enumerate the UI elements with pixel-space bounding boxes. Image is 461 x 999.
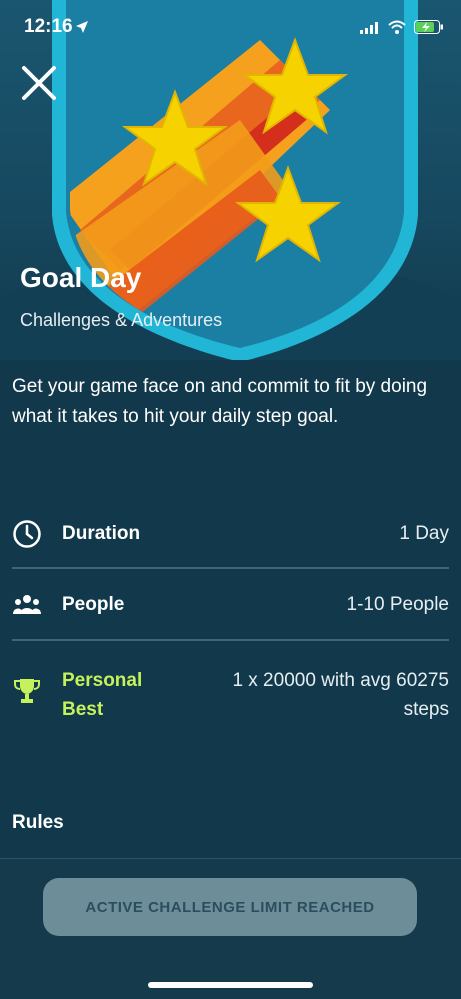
page-subtitle: Challenges & Adventures <box>20 310 223 330</box>
divider <box>12 567 449 569</box>
people-value: 1-10 People <box>346 594 449 615</box>
people-icon <box>13 595 41 614</box>
challenge-description: Get your game face on and commit to fit … <box>12 376 428 427</box>
personal-best-label-line2: Best <box>62 699 104 720</box>
location-arrow-icon <box>76 21 88 33</box>
wifi-icon <box>388 20 406 34</box>
status-bar: 12:16 <box>0 0 461 54</box>
goal-day-badge <box>52 0 418 360</box>
personal-best-value: 1 x 20000 with avg 60275 steps <box>232 666 449 724</box>
duration-label: Duration <box>62 523 141 544</box>
detail-row-duration: Duration 1 Day <box>12 517 449 551</box>
hero-banner: 12:16 Goal Day Challenges & Adventures <box>0 0 461 360</box>
clock-icon <box>13 520 41 548</box>
page-title: Goal Day <box>20 262 142 293</box>
rules-heading[interactable]: Rules <box>12 812 64 834</box>
cellular-signal-icon <box>360 22 378 34</box>
battery-charging-icon <box>414 20 443 34</box>
active-challenge-limit-button[interactable]: ACTIVE CHALLENGE LIMIT REACHED <box>43 878 417 936</box>
personal-best-label: Personal Best <box>62 666 142 724</box>
personal-best-value-line1: 1 x 20000 with avg 60275 <box>232 670 449 691</box>
trophy-icon <box>14 679 40 703</box>
personal-best-value-line2: steps <box>403 699 449 720</box>
detail-row-personal-best: Personal Best 1 x 20000 with avg 60275 s… <box>12 662 449 722</box>
divider <box>12 639 449 641</box>
people-label: People <box>62 594 125 615</box>
detail-row-people: People 1-10 People <box>12 588 449 622</box>
status-time: 12:16 <box>24 16 73 37</box>
close-icon[interactable] <box>18 62 60 104</box>
home-indicator[interactable] <box>148 982 313 988</box>
personal-best-label-line1: Personal <box>62 670 143 691</box>
duration-value: 1 Day <box>399 523 449 544</box>
